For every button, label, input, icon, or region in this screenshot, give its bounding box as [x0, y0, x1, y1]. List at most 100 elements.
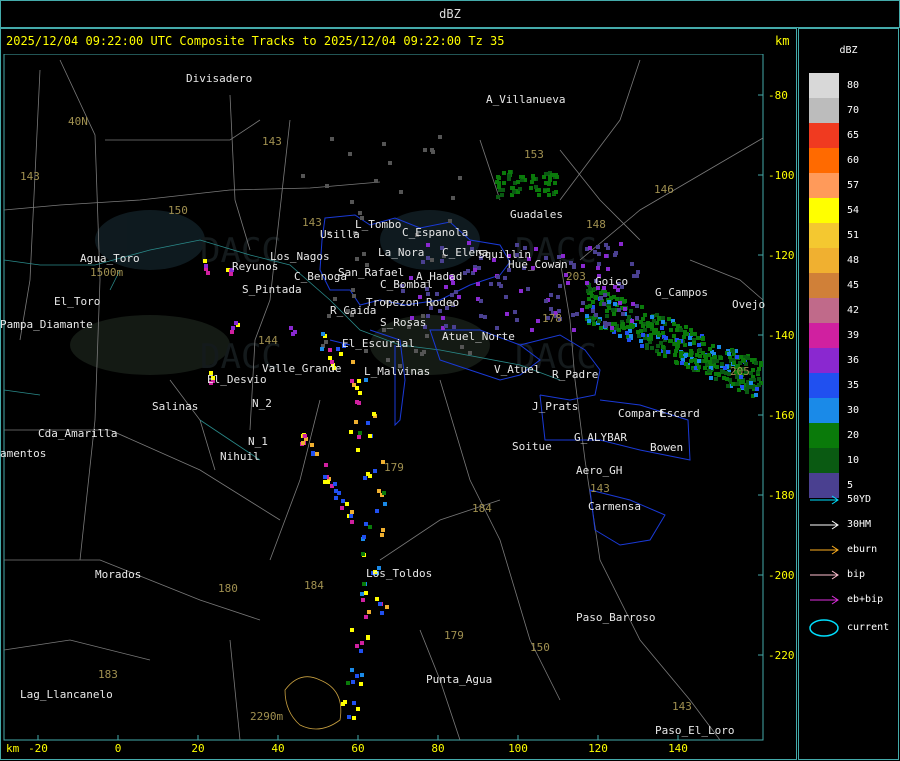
echo-pixel — [676, 324, 680, 328]
legend-swatch-label: 60 — [847, 155, 860, 166]
echo-pixel — [423, 148, 427, 152]
echo-pixel — [206, 271, 210, 275]
route-label: 203 — [566, 270, 586, 283]
echo-pixel — [759, 361, 763, 365]
echo-pixel — [500, 193, 504, 197]
echo-pixel — [425, 334, 429, 338]
echo-pixel — [351, 288, 355, 292]
echo-pixel — [724, 371, 728, 375]
echo-pixel — [672, 322, 676, 326]
echo-pixel — [348, 152, 352, 156]
place-divisadero: Divisadero — [186, 72, 252, 85]
echo-pixel — [664, 336, 668, 340]
echo-pixel — [548, 178, 552, 182]
echo-pixel — [544, 181, 548, 185]
radar-map[interactable]: DACC DACC DACC DACC Divisadero A_Villanu… — [0, 54, 797, 760]
echo-pixel — [751, 368, 755, 372]
echo-pixel — [542, 175, 546, 179]
route-label: 143 — [262, 135, 282, 148]
place-c-espanola: C_Espanola — [402, 226, 468, 239]
echo-pixel — [554, 173, 558, 177]
place-40n: 40N — [68, 115, 88, 128]
route-label: 184 — [304, 579, 324, 592]
echo-pixel — [572, 263, 576, 267]
legend-title: dBZ — [839, 45, 858, 56]
echo-pixel — [745, 387, 749, 391]
echo-pixel — [610, 326, 614, 330]
echo-pixel — [521, 175, 525, 179]
echo-pixel — [324, 463, 328, 467]
place-aero-gh: Aero_GH — [576, 464, 622, 477]
place-l-tombo: L_Tombo — [355, 218, 401, 231]
place-a-villanueva: A_Villanueva — [486, 93, 565, 106]
echo-pixel — [613, 302, 617, 306]
echo-pixel — [715, 365, 719, 369]
echo-pixel — [754, 393, 758, 397]
echo-pixel — [757, 383, 761, 387]
echo-pixel — [679, 328, 683, 332]
track-arrow-icon — [810, 495, 839, 505]
place-paso-barroso: Paso_Barroso — [576, 611, 655, 624]
echo-pixel — [688, 342, 692, 346]
legend-swatch-label: 45 — [847, 280, 860, 291]
echo-pixel — [697, 343, 701, 347]
echo-pixel — [549, 307, 553, 311]
echo-pixel — [592, 322, 596, 326]
echo-pixel — [647, 337, 651, 341]
legend-swatch-label: 10 — [847, 455, 860, 466]
echo-pixel — [382, 142, 386, 146]
echo-pixel — [660, 326, 664, 330]
legend-swatch-label: 51 — [847, 230, 860, 241]
echo-pixel — [599, 326, 603, 330]
number-label: 143 — [20, 170, 40, 183]
echo-pixel — [363, 476, 367, 480]
route-label: 205 — [730, 365, 750, 378]
place-el-escurial: El_Escurial — [342, 337, 415, 350]
place-s-rosas: S_Rosas — [380, 316, 426, 329]
echo-pixel — [351, 680, 355, 684]
echo-pixel — [657, 333, 661, 337]
echo-pixel — [709, 376, 713, 380]
echo-pixel — [531, 174, 535, 178]
echo-pixel — [707, 353, 711, 357]
echo-pixel — [328, 356, 332, 360]
echo-pixel — [303, 434, 307, 438]
echo-pixel — [607, 300, 611, 304]
echo-pixel — [656, 344, 660, 348]
legend-swatch-20 — [809, 423, 839, 448]
echo-pixel — [367, 610, 371, 614]
echo-pixel — [467, 241, 471, 245]
echo-pixel — [340, 506, 344, 510]
y-tick-label: -160 — [768, 409, 795, 422]
x-tick-label: 20 — [191, 742, 204, 755]
place-compart: Compart — [618, 407, 664, 420]
route-label: 143 — [302, 216, 322, 229]
echo-pixel — [650, 325, 654, 329]
echo-pixel — [438, 309, 442, 313]
place-a-hadad: A_Hadad — [416, 270, 462, 283]
echo-pixel — [368, 474, 372, 478]
echo-pixel — [602, 302, 606, 306]
echo-pixel — [550, 173, 554, 177]
echo-pixel — [667, 317, 671, 321]
echo-pixel — [661, 331, 665, 335]
legend-swatch-35 — [809, 373, 839, 398]
echo-pixel — [473, 268, 477, 272]
echo-pixel — [368, 434, 372, 438]
place-amentos: amentos — [0, 447, 46, 460]
echo-pixel — [479, 314, 483, 318]
echo-pixel — [460, 345, 464, 349]
echo-pixel — [547, 193, 551, 197]
echo-pixel — [496, 195, 500, 199]
legend-swatch-label: 65 — [847, 130, 860, 141]
echo-pixel — [515, 243, 519, 247]
echo-pixel — [735, 355, 739, 359]
echo-pixel — [683, 331, 687, 335]
echo-pixel — [356, 448, 360, 452]
echo-pixel — [609, 296, 613, 300]
echo-pixel — [444, 324, 448, 328]
echo-pixel — [336, 347, 340, 351]
echo-pixel — [675, 346, 679, 350]
place-rodeo: Rodeo — [426, 296, 459, 309]
echo-pixel — [630, 319, 634, 323]
